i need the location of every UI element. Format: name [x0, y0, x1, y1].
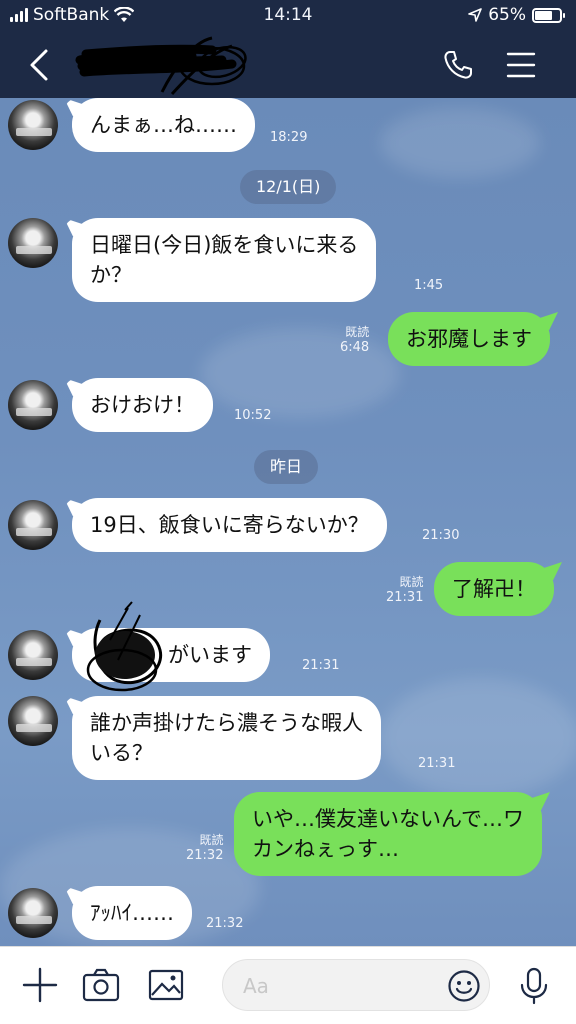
emoji-icon[interactable] — [447, 969, 481, 1003]
message-bubble: ｱｯﾊｲ…… — [72, 886, 192, 940]
message-time: 21:32 — [206, 916, 244, 931]
read-label: 既読 — [399, 575, 424, 589]
background-cloud — [380, 108, 540, 178]
avatar[interactable] — [8, 888, 58, 938]
hamburger-menu-icon[interactable] — [506, 51, 536, 79]
status-bar: SoftBank 14:14 65% — [0, 0, 576, 32]
message-bubble: 日曜日(今日)飯を食いに来る か？ — [72, 218, 377, 302]
image-icon[interactable] — [148, 967, 184, 1003]
avatar[interactable] — [8, 380, 58, 430]
chevron-left-icon[interactable] — [26, 48, 56, 82]
background-cloud — [200, 328, 400, 418]
redaction-scribble — [86, 601, 163, 692]
message-bubble: んまぁ…ね…… — [72, 98, 255, 152]
message-bubble: おけおけ！ — [72, 378, 213, 432]
avatar[interactable] — [8, 100, 58, 150]
read-label: 既読 — [199, 833, 224, 847]
input-bar: Aa — [0, 946, 576, 1024]
avatar[interactable] — [8, 500, 58, 550]
battery-icon — [532, 7, 565, 23]
message-line: いる？ — [90, 741, 153, 765]
message-time: 18:29 — [270, 130, 308, 145]
avatar[interactable] — [8, 218, 58, 268]
message-time: 21:31 — [302, 658, 340, 673]
message-time: 6:48 — [340, 340, 370, 355]
message-bubble: いや…僕友達いないんで…ワ カンねぇっす… — [234, 792, 542, 876]
message-line: カンねぇっす… — [252, 837, 399, 861]
message-bubble: 誰か声掛けたら濃そうな暇人 いる？ — [72, 696, 381, 780]
redacted-contact-name — [75, 36, 247, 96]
status-right: 65% — [468, 5, 565, 25]
message-time: 21:32 — [186, 848, 224, 863]
read-receipt: 既読 6:48 — [340, 324, 369, 356]
plus-icon[interactable] — [22, 967, 58, 1003]
avatar[interactable] — [8, 696, 58, 746]
message-bubble: お邪魔します — [388, 312, 550, 366]
battery-percent: 65% — [488, 5, 526, 25]
read-label: 既読 — [345, 325, 370, 339]
message-time: 21:30 — [422, 528, 460, 543]
avatar[interactable] — [8, 630, 58, 680]
location-icon — [468, 8, 483, 22]
message-time: 21:31 — [386, 590, 424, 605]
chat-area[interactable]: んまぁ…ね…… 18:29 12/1(日) 日曜日(今日)飯を食いに来る か？ … — [0, 98, 576, 946]
battery-fill — [535, 10, 552, 20]
phone-icon[interactable] — [442, 49, 474, 81]
message-time: 1:45 — [414, 278, 444, 293]
message-bubble: 了解卍！ — [434, 562, 554, 616]
message-bubble: 19日、飯食いに寄らないか？ — [72, 498, 387, 552]
background-cloud — [380, 678, 576, 798]
camera-icon[interactable] — [82, 967, 120, 1003]
message-line: いや…僕友達いないんで…ワ — [252, 807, 524, 831]
message-line: 誰か声掛けたら濃そうな暇人 — [90, 711, 363, 735]
message-line: か？ — [90, 263, 132, 287]
message-time: 10:52 — [234, 408, 272, 423]
chat-header — [0, 32, 576, 98]
message-time: 21:31 — [418, 756, 456, 771]
read-receipt: 既読 21:31 — [386, 574, 423, 606]
date-separator: 昨日 — [254, 450, 319, 484]
microphone-icon[interactable] — [518, 967, 550, 1005]
read-receipt: 既読 21:32 — [186, 832, 223, 864]
message-input[interactable]: Aa — [222, 959, 490, 1011]
input-placeholder: Aa — [243, 974, 269, 998]
message-line: 日曜日(今日)飯を食いに来る — [90, 233, 359, 257]
date-separator: 12/1(日) — [240, 170, 337, 204]
